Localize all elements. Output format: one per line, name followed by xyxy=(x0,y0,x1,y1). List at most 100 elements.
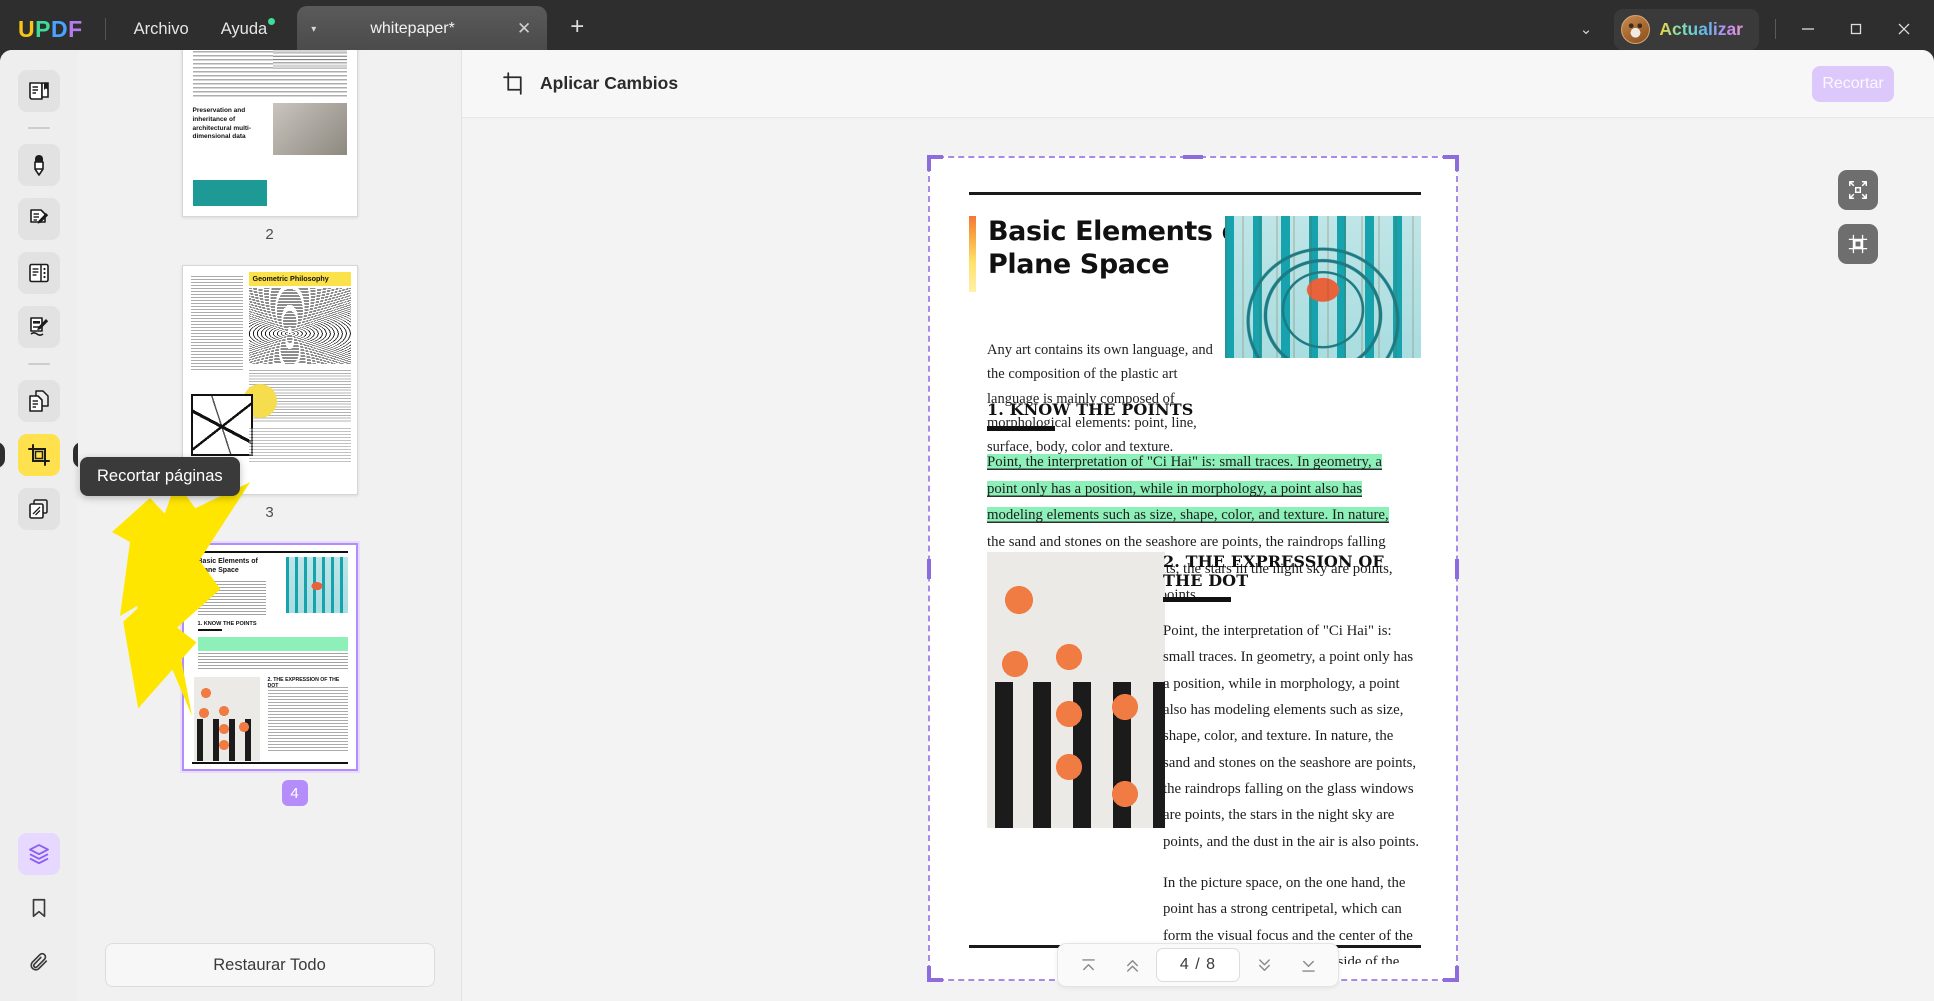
sidebar-item-fill-and-sign[interactable] xyxy=(18,306,60,348)
crop-button[interactable]: Recortar xyxy=(1812,65,1894,102)
document-title-line1: Basic Elements of xyxy=(988,216,1252,247)
previous-page-button[interactable] xyxy=(1112,948,1152,982)
logo-letter-u: U xyxy=(18,15,36,42)
crop-pages-icon xyxy=(28,444,50,466)
first-page-icon xyxy=(1081,958,1095,970)
last-page-icon xyxy=(1301,960,1315,972)
edit-pdf-icon xyxy=(30,209,49,224)
dots-illustration xyxy=(987,552,1165,828)
page-number-input[interactable]: 4 / 8 xyxy=(1156,948,1240,982)
thumb3-title: Geometric Philosophy xyxy=(252,274,329,283)
thumb4-title: Basic Elements of Plane Space xyxy=(197,558,258,575)
minimize-button[interactable] xyxy=(1784,9,1832,49)
sidebar-item-attachment[interactable] xyxy=(18,941,60,983)
section-1-rule xyxy=(987,426,1055,431)
last-page-button[interactable] xyxy=(1288,948,1328,982)
thumbnail-panel[interactable]: Preservation and inheritance of architec… xyxy=(78,50,462,1001)
crop-handle-middle-top[interactable] xyxy=(1183,155,1203,159)
ocr-icon xyxy=(29,499,48,519)
sidebar-item-bookmark[interactable] xyxy=(18,887,60,929)
sidebar-item-layers[interactable] xyxy=(18,833,60,875)
sidebar-item-organize[interactable] xyxy=(18,252,60,294)
section-2: 2. THE EXPRESSION OF THE DOT Point, the … xyxy=(1163,552,1421,964)
thumbnail-page-4-container[interactable]: Basic Elements of Plane Space 1. KNOW TH… xyxy=(181,543,358,824)
thumbnail-list: Preservation and inheritance of architec… xyxy=(78,50,461,824)
restore-bar: Restaurar Todo xyxy=(78,929,461,1001)
thumbnail-page-number: 2 xyxy=(265,226,274,243)
page-navigation: 4 / 8 xyxy=(1057,943,1339,987)
crop-handle-bottom-right[interactable] xyxy=(1455,966,1459,982)
thumb4-botline xyxy=(191,762,348,764)
crop-frame-button[interactable] xyxy=(1838,224,1878,264)
maximize-button[interactable] xyxy=(1832,9,1880,49)
document-tab[interactable]: ▾ whitepaper* ✕ xyxy=(297,5,548,53)
thumb4-hero-image xyxy=(285,557,348,613)
titlebar-divider xyxy=(104,18,106,40)
notification-dot-icon xyxy=(268,17,276,25)
tab-caret-down-icon[interactable]: ▾ xyxy=(311,24,316,35)
updf-logo[interactable]: UPDF xyxy=(18,16,83,43)
thumbnail-page-4[interactable]: Basic Elements of Plane Space 1. KNOW TH… xyxy=(181,543,358,771)
thumb4-sec2-text xyxy=(267,687,348,753)
thumb4-intro xyxy=(197,581,266,615)
viewer-float-buttons xyxy=(1838,170,1878,264)
app-shell: Preservation and inheritance of architec… xyxy=(0,50,1934,1001)
restore-all-button[interactable]: Restaurar Todo xyxy=(104,943,435,987)
thumb4-sec1-text xyxy=(197,653,348,669)
crop-handle-middle-left[interactable] xyxy=(927,558,931,579)
menu-ayuda-label: Ayuda xyxy=(220,19,268,38)
titlebar-right-group: ⌄ Actualizar xyxy=(1564,8,1934,50)
thumb4-highlight xyxy=(197,637,348,651)
tab-close-icon[interactable]: ✕ xyxy=(511,17,537,41)
menu-archivo[interactable]: Archivo xyxy=(118,12,205,47)
next-page-button[interactable] xyxy=(1244,948,1284,982)
sidebar-item-annotate[interactable] xyxy=(18,144,60,186)
highlighted-text[interactable]: Point, the interpretation of "Ci Hai" is… xyxy=(987,454,1389,524)
new-tab-button[interactable]: + xyxy=(561,12,593,46)
section-2-body: Point, the interpretation of "Ci Hai" is… xyxy=(1163,618,1421,964)
crop-toolbar: Aplicar Cambios Recortar xyxy=(462,50,1934,118)
sidebar-item-ocr[interactable] xyxy=(18,488,60,530)
chevron-down-icon[interactable]: ⌄ xyxy=(1564,10,1609,48)
apply-changes-button[interactable]: Aplicar Cambios xyxy=(490,63,690,104)
close-button[interactable] xyxy=(1880,9,1928,49)
pdf-viewer[interactable]: Basic Elements of Plane Space Any art co… xyxy=(462,118,1934,1001)
pdf-page-container[interactable]: Basic Elements of Plane Space Any art co… xyxy=(927,155,1459,982)
thumbnail-page-2[interactable]: Preservation and inheritance of architec… xyxy=(181,50,358,217)
crop-handle-middle-right[interactable] xyxy=(1455,558,1459,579)
organize-pages-icon xyxy=(29,263,49,283)
thumb2-title: Preservation and inheritance of architec… xyxy=(192,107,252,141)
section-2-paragraph-1: Point, the interpretation of "Ci Hai" is… xyxy=(1163,623,1420,850)
paperclip-icon xyxy=(30,952,48,971)
thumb4-dots-image xyxy=(193,677,260,761)
update-button[interactable]: Actualizar xyxy=(1614,8,1759,50)
logo-letter-d: D xyxy=(50,15,69,42)
thumb4-topline xyxy=(191,551,348,553)
sidebar-item-crop-pages[interactable] xyxy=(0,434,82,476)
page-top-rule xyxy=(969,192,1421,195)
crop-handle-bottom-left[interactable] xyxy=(927,966,931,982)
chevron-up-double-icon xyxy=(1126,959,1138,972)
fit-expand-button[interactable] xyxy=(1838,170,1878,210)
apply-crop-icon xyxy=(503,72,522,95)
crop-handle-top-right[interactable] xyxy=(1455,155,1459,171)
logo-letter-f: F xyxy=(68,15,83,42)
first-page-button[interactable] xyxy=(1068,948,1108,982)
thumb3-wave-image xyxy=(248,288,351,364)
thumbnail-page-2-container[interactable]: Preservation and inheritance of architec… xyxy=(181,50,358,265)
rail-divider xyxy=(28,363,50,365)
crop-frame-icon xyxy=(1848,234,1868,254)
convert-pdf-icon xyxy=(29,390,49,412)
section-2-rule xyxy=(1163,597,1231,602)
thumb4-title-bar xyxy=(191,558,195,578)
sidebar-item-convert[interactable] xyxy=(18,380,60,422)
pdf-page-4: Basic Elements of Plane Space Any art co… xyxy=(949,178,1441,964)
crop-pages-tooltip: Recortar páginas xyxy=(79,457,240,496)
sidebar-item-reader[interactable] xyxy=(18,70,60,112)
crop-handle-top-left[interactable] xyxy=(927,155,931,171)
sidebar-item-edit-pdf[interactable] xyxy=(18,198,60,240)
thumbnail-page-3-container[interactable]: Geometric Philosophy 3 xyxy=(181,265,358,543)
menu-ayuda[interactable]: Ayuda xyxy=(205,12,284,47)
rail-notch-left xyxy=(0,442,5,468)
section-1-heading: 1. KNOW THE POINTS xyxy=(987,400,1194,419)
